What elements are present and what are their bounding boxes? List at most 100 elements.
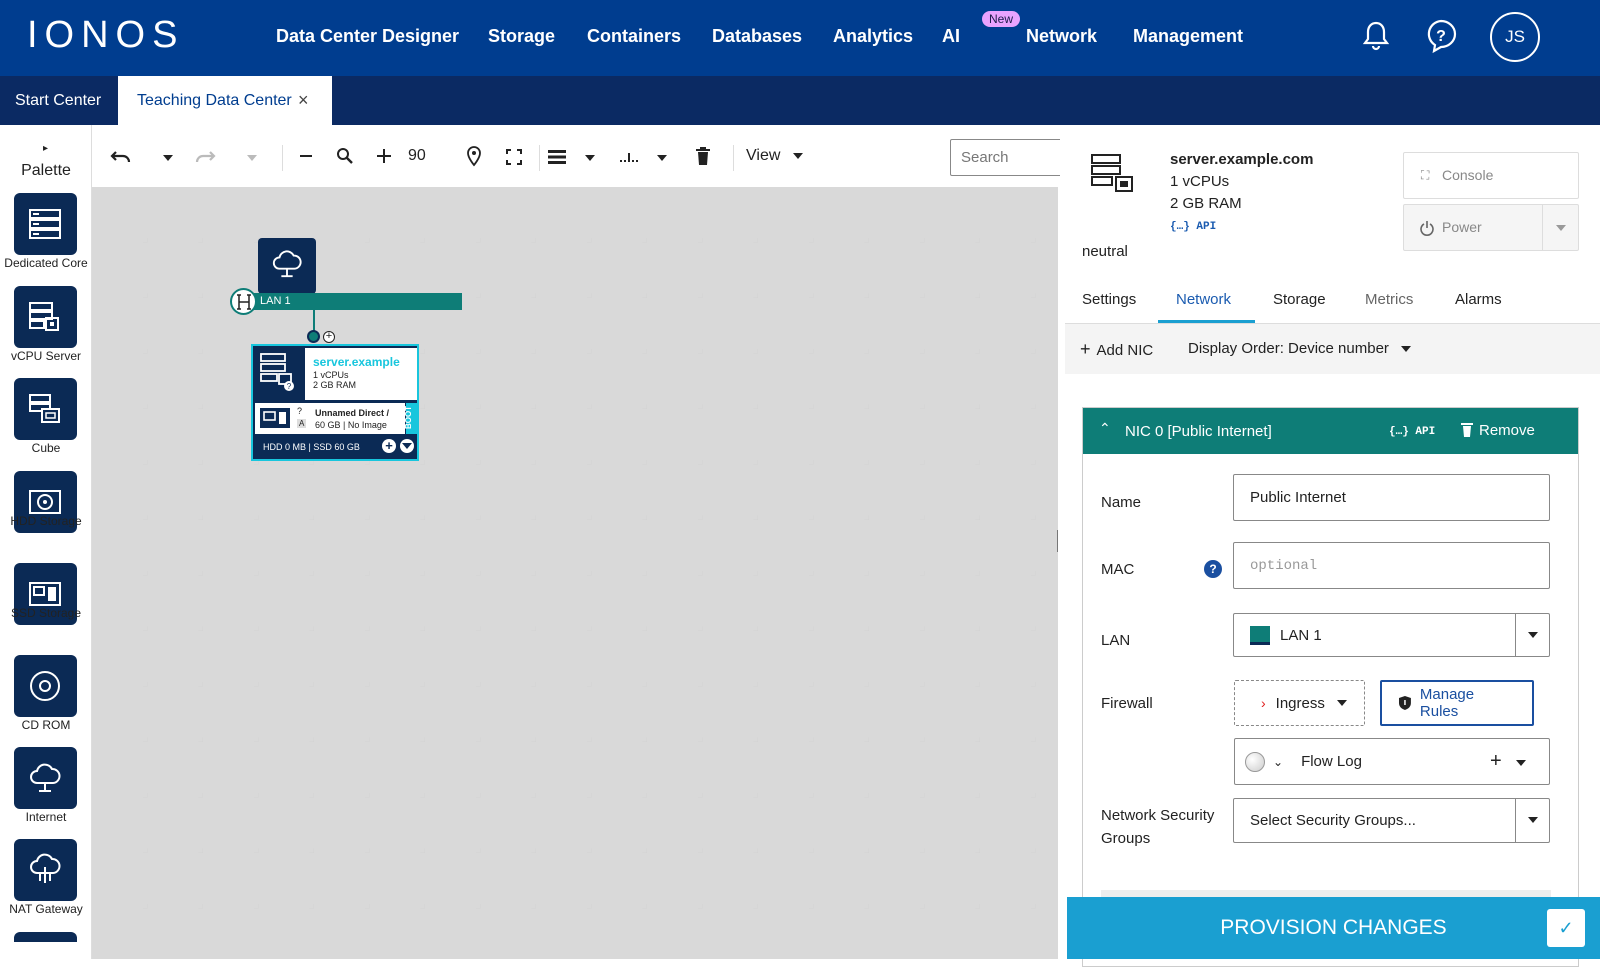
nav-management[interactable]: Management [1133,26,1243,47]
server-ram: 2 GB RAM [1170,195,1242,212]
server-node-title: server.example [313,355,400,369]
manage-rules-button[interactable]: Manage Rules [1380,680,1534,726]
nic-name-value: Public Internet [1250,489,1346,506]
view-menu[interactable]: View [746,147,803,165]
expand-node-icon[interactable] [400,439,414,453]
pane-resize-handle[interactable] [1057,530,1058,552]
user-avatar[interactable]: JS [1490,12,1540,62]
search-icon[interactable] [336,147,354,165]
palette-label-internet: Internet [25,810,67,824]
add-storage-icon[interactable]: + [382,439,396,453]
palette-item-cube[interactable] [14,378,77,440]
trash-icon[interactable] [695,147,711,165]
flow-log-dropdown-icon[interactable] [1516,760,1526,766]
network-security-groups-label: Network Security Groups [1101,807,1215,847]
add-nic-icon[interactable]: + [323,331,335,343]
close-tab-icon[interactable]: × [298,90,309,111]
manage-rules-label: Manage Rules [1419,686,1475,720]
palette-item-nat-gateway[interactable] [14,839,77,901]
mac-help-icon[interactable]: ? [1204,560,1222,578]
shield-icon [1398,696,1411,710]
internet-node[interactable] [258,238,316,294]
layout-dropdown-icon[interactable] [585,155,595,161]
tab-teaching-data-center[interactable]: Teaching Data Center × [118,76,332,125]
ionos-logo[interactable]: IONOS [27,14,184,57]
storage-bus-marker: A [297,419,307,428]
design-canvas[interactable]: LAN 1 + server.example 1 vCPUs 2 GB RAM ?… [92,187,1058,959]
nic-port[interactable] [307,330,320,343]
lan-label: LAN [1101,632,1131,649]
nav-databases[interactable]: Databases [712,26,802,47]
nav-storage[interactable]: Storage [488,26,555,47]
undo-icon[interactable] [110,147,132,167]
palette-item-cd-rom[interactable] [14,655,77,717]
storage-attachment[interactable]: ? A Unnamed Direct / 60 GB | No Image [255,403,405,434]
palette-label-cube: Cube [31,441,61,455]
server-api-link[interactable]: {…} API [1170,221,1216,233]
collapse-chevron-icon[interactable]: ⌃ [1099,420,1111,437]
tab-metrics[interactable]: Metrics [1365,291,1413,308]
undo-dropdown-icon[interactable] [163,155,173,161]
palette-label-cd-rom: CD ROM [21,718,71,732]
remove-nic-button[interactable]: Remove [1461,422,1535,439]
nav-network[interactable]: Network [1026,26,1097,47]
lan-select[interactable]: LAN 1 [1233,613,1550,657]
zoom-in-icon[interactable] [376,148,392,164]
tab-start-center[interactable]: Start Center [15,92,101,110]
server-node-info: server.example 1 vCPUs 2 GB RAM [305,348,417,400]
nat-gateway-icon [30,853,61,883]
tab-alarms[interactable]: Alarms [1455,291,1502,308]
nav-ai[interactable]: AI [942,26,960,47]
align-dropdown-icon[interactable] [657,155,667,161]
palette-item-more[interactable] [14,932,77,942]
redo-dropdown-icon[interactable] [247,155,257,161]
toolbar-divider [733,145,734,171]
collapse-arrow-icon[interactable]: ▸ [43,143,48,154]
add-nic-label: Add NIC [1096,342,1154,359]
nic-name-input[interactable]: Public Internet [1233,474,1550,521]
nav-analytics[interactable]: Analytics [833,26,913,47]
security-groups-select[interactable]: Select Security Groups... [1233,798,1550,843]
palette-item-dedicated-core[interactable] [14,193,77,255]
flow-log-control[interactable]: ⌄ Flow Log + [1234,738,1550,785]
align-icon[interactable] [619,149,639,165]
add-flow-log-icon[interactable]: + [1490,750,1502,773]
nav-containers[interactable]: Containers [587,26,681,47]
lan-color-swatch [1250,625,1270,645]
lan-switch-icon[interactable] [230,288,257,315]
provision-changes-button[interactable]: PROVISION CHANGES [1067,897,1600,959]
new-badge: New [982,11,1021,27]
tab-settings[interactable]: Settings [1082,291,1136,308]
firewall-direction-select[interactable]: › Ingress [1234,680,1365,726]
nic-api-link[interactable]: {…} API [1389,426,1435,438]
lan-bar[interactable]: LAN 1 [244,293,462,310]
tab-storage[interactable]: Storage [1273,291,1326,308]
cloud-icon [30,763,61,792]
server-details-pane: server.example.com 1 vCPUs 2 GB RAM {…} … [1060,125,1600,967]
location-pin-icon[interactable] [466,145,482,167]
palette-label-vcpu-server: vCPU Server [10,349,81,363]
nic-card-header[interactable]: ⌃ NIC 0 [Public Internet] {…} API Remove [1083,408,1578,454]
power-button[interactable]: Power [1403,204,1579,251]
tab-network[interactable]: Network [1176,291,1231,308]
layout-list-icon[interactable] [548,149,566,165]
palette-item-vcpu-server[interactable] [14,286,77,348]
fit-to-screen-icon[interactable] [506,149,522,165]
cloud-icon [272,250,302,278]
checkmark-icon[interactable]: ✓ [1547,909,1585,947]
flow-log-toggle[interactable] [1245,751,1265,772]
nav-data-center-designer[interactable]: Data Center Designer [276,26,459,47]
view-dropdown-icon [792,152,803,159]
bell-icon[interactable] [1358,18,1394,54]
palette-item-internet[interactable] [14,747,77,809]
redo-icon[interactable] [194,147,216,167]
zoom-out-icon[interactable] [299,149,313,163]
chevron-down-icon[interactable]: ⌄ [1273,755,1283,769]
help-chat-icon[interactable]: ? [1423,18,1459,54]
console-button[interactable]: ⛶ Console [1403,152,1579,199]
display-order-dropdown[interactable]: Display Order: Device number [1188,340,1411,357]
lan-dropdown-icon [1528,632,1538,638]
server-node[interactable]: server.example 1 vCPUs 2 GB RAM ? ? A Unn… [251,344,419,461]
mac-input[interactable]: optional [1233,542,1550,589]
add-nic-button[interactable]: + Add NIC [1080,339,1153,360]
